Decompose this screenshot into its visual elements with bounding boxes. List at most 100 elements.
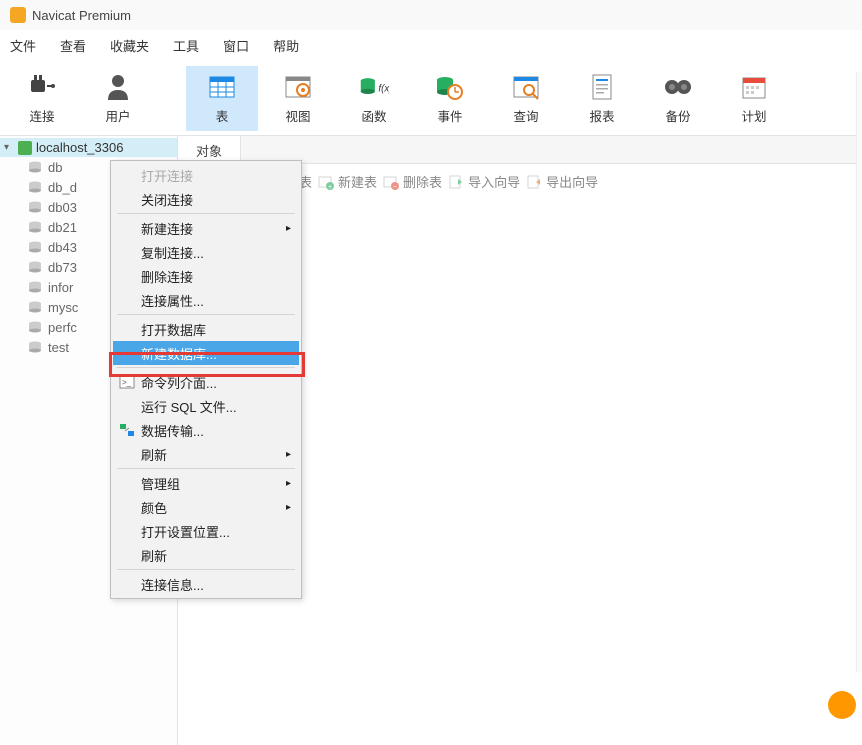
toolbar-event[interactable]: 事件 <box>414 66 486 131</box>
context-menu-item-label: 连接信息... <box>141 575 204 594</box>
toolbar: 连接 用户 表 视图 f(x) 函数 事件 查询 <box>0 60 862 136</box>
toolbar-event-label: 事件 <box>437 106 462 125</box>
toolbar-backup[interactable]: 备份 <box>642 66 714 131</box>
toolbar-report-label: 报表 <box>589 106 614 125</box>
tool-delete-table[interactable]: − 删除表 <box>383 172 442 191</box>
toolbar-query[interactable]: 查询 <box>490 66 562 131</box>
tool-new-table-label: 新建表 <box>338 172 377 191</box>
chevron-down-icon: ▾ <box>4 142 16 153</box>
menu-separator <box>117 367 295 368</box>
context-menu-item-label: 数据传输... <box>141 421 204 440</box>
menu-window[interactable]: 窗口 <box>223 36 249 54</box>
svg-text:−: − <box>393 184 397 190</box>
toolbar-query-label: 查询 <box>513 106 538 125</box>
database-icon <box>28 181 42 193</box>
context-menu-item-label: 刷新 <box>141 445 167 464</box>
toolbar-view[interactable]: 视图 <box>262 66 334 131</box>
context-menu-item[interactable]: 刷新 ▸ <box>113 442 299 466</box>
database-label: db <box>48 160 62 175</box>
database-label: db73 <box>48 260 77 275</box>
toolbar-backup-label: 备份 <box>665 106 690 125</box>
svg-text:>_: >_ <box>122 378 132 387</box>
database-label: db_d <box>48 180 77 195</box>
title-bar: Navicat Premium <box>0 0 862 30</box>
context-menu-item-label: 关闭连接 <box>141 190 193 209</box>
context-menu-item[interactable]: 连接信息... <box>113 572 299 596</box>
menu-separator <box>117 468 295 469</box>
chevron-right-icon: ▸ <box>286 449 291 460</box>
database-icon <box>28 301 42 313</box>
context-menu-item-label: 复制连接... <box>141 243 204 262</box>
context-menu-item[interactable]: 数据传输... <box>113 418 299 442</box>
context-menu-item[interactable]: 复制连接... <box>113 240 299 264</box>
menu-separator <box>117 314 295 315</box>
context-menu-item[interactable]: 关闭连接 <box>113 187 299 211</box>
context-menu-item[interactable]: 连接属性... <box>113 288 299 312</box>
svg-text:+: + <box>328 184 332 190</box>
function-icon: f(x) <box>359 72 389 102</box>
context-menu-item[interactable]: 管理组▸ <box>113 471 299 495</box>
database-label: infor <box>48 280 73 295</box>
toolbar-schedule-label: 计划 <box>741 106 766 125</box>
new-table-icon: + <box>318 174 334 190</box>
transfer-icon <box>119 422 135 438</box>
database-icon <box>28 341 42 353</box>
menu-file[interactable]: 文件 <box>10 36 36 54</box>
context-menu-item[interactable]: 打开数据库 <box>113 317 299 341</box>
database-icon <box>28 161 42 173</box>
tool-new-table[interactable]: + 新建表 <box>318 172 377 191</box>
context-menu-item[interactable]: 刷新 <box>113 543 299 567</box>
connection-node[interactable]: ▾ localhost_3306 <box>0 138 177 157</box>
svg-text:f(x): f(x) <box>378 83 389 94</box>
database-icon <box>28 221 42 233</box>
context-menu-item-label: 命令列介面... <box>141 373 217 392</box>
database-label: perfc <box>48 320 77 335</box>
tab-object[interactable]: 对象 <box>178 136 241 163</box>
toolbar-function[interactable]: f(x) 函数 <box>338 66 410 131</box>
menu-help[interactable]: 帮助 <box>273 36 299 54</box>
toolbar-report[interactable]: 报表 <box>566 66 638 131</box>
backup-icon <box>663 72 693 102</box>
context-menu-item[interactable]: 删除连接 <box>113 264 299 288</box>
context-menu-item-label: 删除连接 <box>141 267 193 286</box>
view-icon <box>283 72 313 102</box>
context-menu-item[interactable]: 颜色▸ <box>113 495 299 519</box>
database-icon <box>28 241 42 253</box>
toolbar-view-label: 视图 <box>285 106 310 125</box>
export-icon <box>526 174 542 190</box>
right-edge-strip <box>856 72 862 672</box>
tool-import-wizard-label: 导入向导 <box>468 172 520 191</box>
menu-bar: 文件 查看 收藏夹 工具 窗口 帮助 <box>0 30 862 60</box>
person-icon <box>103 72 133 102</box>
database-icon <box>28 321 42 333</box>
toolbar-connection[interactable]: 连接 <box>6 66 78 131</box>
context-menu-item-label: 连接属性... <box>141 291 204 310</box>
context-menu-item[interactable]: 新建连接▸ <box>113 216 299 240</box>
context-menu-item-label: 新建连接 <box>141 219 193 238</box>
database-label: db21 <box>48 220 77 235</box>
toolbar-schedule[interactable]: 计划 <box>718 66 790 131</box>
context-menu-item-label: 打开连接 <box>141 166 193 185</box>
menu-separator <box>117 213 295 214</box>
tool-export-wizard[interactable]: 导出向导 <box>526 172 598 191</box>
tool-import-wizard[interactable]: 导入向导 <box>448 172 520 191</box>
delete-table-icon: − <box>383 174 399 190</box>
import-icon <box>448 174 464 190</box>
query-icon <box>511 72 541 102</box>
context-menu-item[interactable]: 新建数据库... <box>113 341 299 365</box>
toolbar-connection-label: 连接 <box>29 106 54 125</box>
menu-tools[interactable]: 工具 <box>173 36 199 54</box>
context-menu-item-label: 运行 SQL 文件... <box>141 397 237 416</box>
context-menu-item[interactable]: 打开设置位置... <box>113 519 299 543</box>
database-label: db03 <box>48 200 77 215</box>
menu-view[interactable]: 查看 <box>60 36 86 54</box>
calendar-icon <box>739 72 769 102</box>
toolbar-user[interactable]: 用户 <box>82 66 154 131</box>
chevron-right-icon: ▸ <box>286 502 291 513</box>
toolbar-table[interactable]: 表 <box>186 66 258 131</box>
menu-favorites[interactable]: 收藏夹 <box>110 36 149 54</box>
context-menu-item[interactable]: >_ 命令列介面... <box>113 370 299 394</box>
context-menu-item[interactable]: 运行 SQL 文件... <box>113 394 299 418</box>
database-icon <box>28 261 42 273</box>
app-icon <box>10 7 26 23</box>
